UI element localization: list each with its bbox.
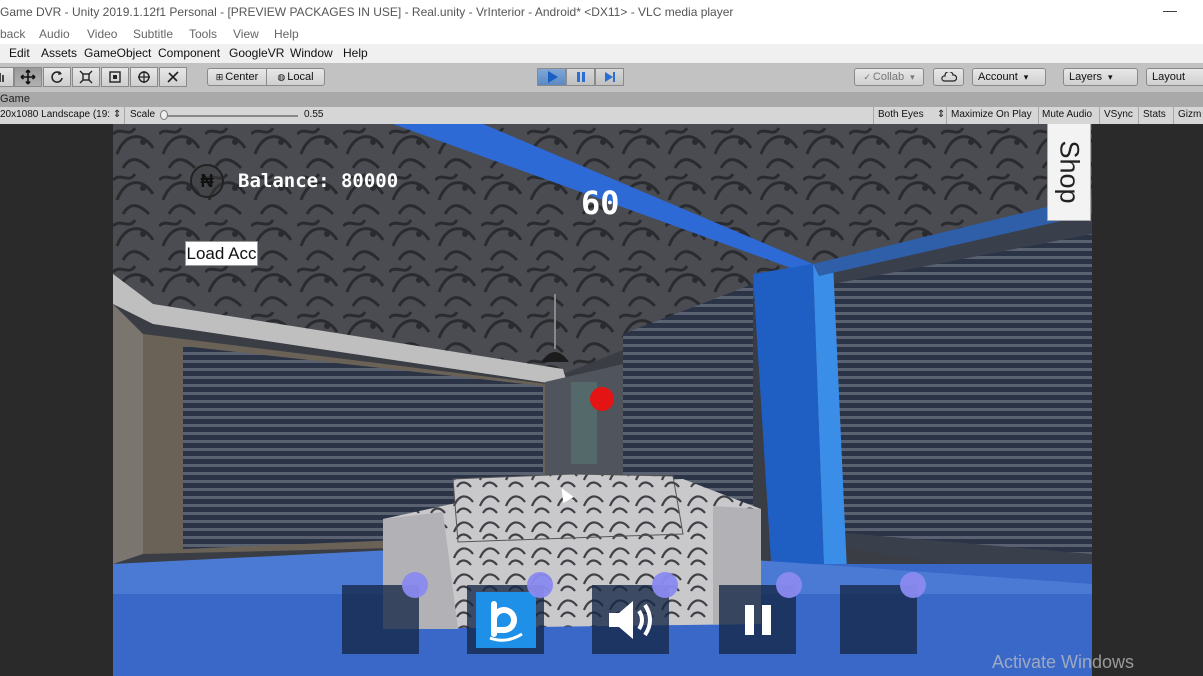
scale-slider-track[interactable] [162, 115, 298, 117]
brand-b-icon [475, 591, 536, 648]
layout-dropdown[interactable]: Layout [1146, 68, 1203, 86]
scale-slider-thumb[interactable] [160, 110, 168, 120]
local-label: Local [287, 71, 314, 83]
window-title: Game DVR - Unity 2019.1.12f1 Personal - … [0, 5, 734, 19]
hand-tool-icon[interactable] [0, 67, 14, 87]
stats-toggle[interactable]: Stats [1143, 109, 1166, 120]
menu-googlevr[interactable]: GoogleVR [229, 46, 284, 60]
speaker-icon [608, 600, 652, 639]
scale-value: 0.55 [304, 109, 324, 120]
globe-icon: ◍ [277, 71, 286, 82]
game-view-letterbox-left [0, 124, 113, 676]
unity-toolbar: ⊞ Center ◍ Local ✓ Collab Account Layers… [0, 63, 1203, 93]
vlc-menu-view[interactable]: View [233, 27, 259, 41]
cloud-button[interactable] [933, 68, 964, 86]
shop-label: Shop [1054, 140, 1085, 204]
rotate-tool-icon[interactable] [43, 67, 71, 87]
slot-indicator-dot [776, 572, 802, 598]
pivot-center-toggle[interactable]: ⊞ Center [207, 68, 267, 86]
currency-coin-icon: ₦ [190, 164, 224, 198]
gaze-reticle [590, 387, 614, 411]
layers-label: Layers [1069, 71, 1103, 83]
menu-window[interactable]: Window [290, 46, 333, 60]
slot-indicator-dot [652, 572, 678, 598]
divider [1099, 107, 1100, 124]
pivot-local-toggle[interactable]: ◍ Local [266, 68, 325, 86]
unity-menu-bar: Edit Assets GameObject Component GoogleV… [0, 44, 1203, 64]
vlc-menu-video[interactable]: Video [87, 27, 117, 41]
divider [1173, 107, 1174, 124]
gizmos-dropdown[interactable]: Gizm [1178, 109, 1201, 120]
collab-dropdown[interactable]: ✓ Collab [854, 68, 924, 86]
cloud-icon [940, 72, 957, 82]
transform-tool-icon[interactable] [130, 67, 158, 87]
slot-indicator-dot [402, 572, 428, 598]
window-title-bar: Game DVR - Unity 2019.1.12f1 Personal - … [0, 0, 1203, 24]
divider [873, 107, 874, 124]
both-eyes-arrow-icon[interactable]: ⇕ [937, 109, 945, 120]
vlc-menu-tools[interactable]: Tools [189, 27, 217, 41]
center-toggle-icon: ⊞ [215, 71, 224, 82]
mute-audio-toggle[interactable]: Mute Audio [1042, 109, 1092, 120]
scale-tool-icon[interactable] [72, 67, 100, 87]
divider [124, 107, 125, 124]
pause-button[interactable] [566, 68, 595, 86]
vlc-menu-playback[interactable]: back [0, 27, 25, 41]
scale-label: Scale [130, 109, 156, 120]
play-button[interactable] [537, 68, 566, 86]
account-label: Account [978, 71, 1018, 83]
step-button[interactable] [595, 68, 624, 86]
timer-text: 60 [581, 184, 620, 222]
vlc-menu-help[interactable]: Help [274, 27, 299, 41]
vlc-menu-bar: back Audio Video Subtitle Tools View Hel… [0, 24, 1203, 44]
resolution-dropdown[interactable]: 20x1080 Landscape (19: [0, 109, 110, 120]
menu-help[interactable]: Help [343, 46, 368, 60]
vlc-menu-audio[interactable]: Audio [39, 27, 70, 41]
layers-dropdown[interactable]: Layers [1063, 68, 1138, 86]
pause-icon [576, 72, 585, 82]
step-icon [604, 72, 615, 82]
account-dropdown[interactable]: Account [972, 68, 1046, 86]
shop-button[interactable]: Shop [1047, 124, 1091, 221]
minimize-button[interactable]: — [1163, 2, 1177, 18]
menu-edit[interactable]: Edit [9, 46, 30, 60]
divider [1138, 107, 1139, 124]
game-view-toolbar: 20x1080 Landscape (19: ⇕ Scale 0.55 Both… [0, 107, 1203, 125]
rect-tool-icon[interactable] [101, 67, 129, 87]
divider [1038, 107, 1039, 124]
play-icon [547, 71, 558, 83]
activate-windows-watermark: Activate Windows [992, 652, 1135, 672]
vlc-menu-subtitle[interactable]: Subtitle [133, 27, 173, 41]
layout-label: Layout [1152, 71, 1186, 83]
vsync-toggle[interactable]: VSync [1104, 109, 1133, 120]
game-tab-strip: Game [0, 92, 1203, 107]
maximize-on-play-toggle[interactable]: Maximize On Play [951, 109, 1032, 120]
slot-indicator-dot [527, 572, 553, 598]
move-tool-icon[interactable] [14, 67, 42, 87]
pause-game-icon [744, 604, 771, 635]
load-acc-button[interactable]: Load Acc [185, 241, 258, 266]
slot-indicator-dot [900, 572, 926, 598]
custom-tool-icon[interactable] [159, 67, 187, 87]
collab-check-icon: ✓ [863, 71, 871, 82]
menu-component[interactable]: Component [158, 46, 220, 60]
collab-label: Collab [872, 71, 905, 83]
game-view-letterbox-right [1092, 124, 1203, 676]
both-eyes-dropdown[interactable]: Both Eyes [878, 109, 924, 120]
balance-text: Balance: 80000 [238, 170, 399, 192]
divider [946, 107, 947, 124]
center-label: Center [225, 71, 259, 83]
menu-gameobject[interactable]: GameObject [84, 46, 151, 60]
game-viewport[interactable]: ₦ Balance: 80000 60 Load Acc Shop [113, 124, 1092, 676]
resolution-dropdown-arrow-icon[interactable]: ⇕ [113, 109, 121, 120]
menu-assets[interactable]: Assets [41, 46, 77, 60]
game-tab[interactable]: Game [0, 93, 30, 105]
